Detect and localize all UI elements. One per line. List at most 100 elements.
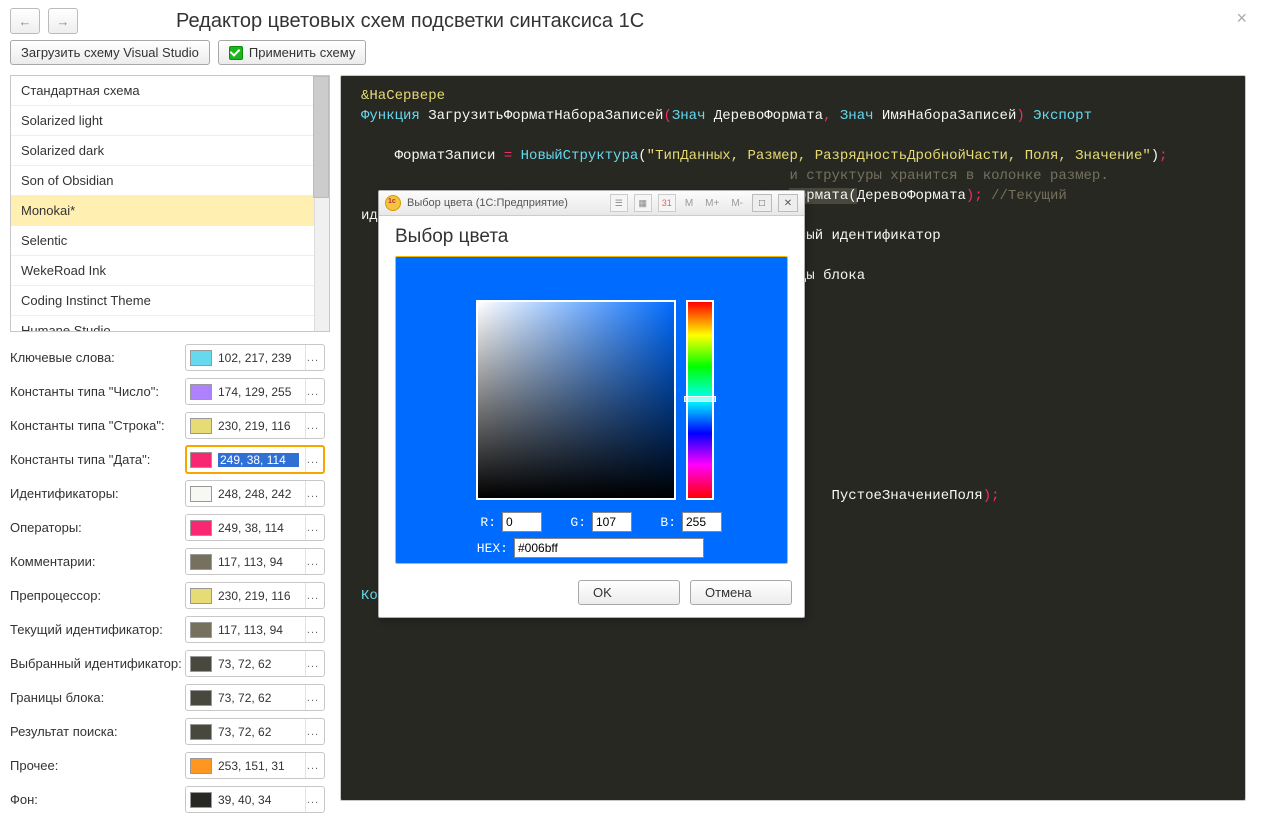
color-input[interactable]: 174, 129, 255... (185, 378, 325, 405)
scheme-item[interactable]: Solarized dark (11, 136, 329, 166)
color-swatch (190, 384, 212, 400)
color-input[interactable]: 230, 219, 116... (185, 582, 325, 609)
color-value: 248, 248, 242 (218, 487, 299, 501)
color-value: 73, 72, 62 (218, 657, 299, 671)
color-input[interactable]: 248, 248, 242... (185, 480, 325, 507)
color-picker-dialog: Выбор цвета (1С:Предприятие) ☰ ▦ 31 M M+… (378, 190, 805, 618)
scheme-item[interactable]: Humane Studio (11, 316, 329, 332)
color-value: 253, 151, 31 (218, 759, 299, 773)
color-swatch (190, 588, 212, 604)
minimize-icon[interactable]: □ (752, 194, 772, 212)
color-value: 73, 72, 62 (218, 725, 299, 739)
color-row: Текущий идентификатор:117, 113, 94... (10, 616, 330, 643)
color-input[interactable]: 117, 113, 94... (185, 548, 325, 575)
dialog-titlebar[interactable]: Выбор цвета (1С:Предприятие) ☰ ▦ 31 M M+… (379, 191, 804, 216)
more-button[interactable]: ... (305, 753, 320, 778)
scheme-item[interactable]: Selentic (11, 226, 329, 256)
color-input[interactable]: 253, 151, 31... (185, 752, 325, 779)
color-row: Константы типа "Строка":230, 219, 116... (10, 412, 330, 439)
more-button[interactable]: ... (305, 719, 320, 744)
color-row: Операторы:249, 38, 114... (10, 514, 330, 541)
color-label: Результат поиска: (10, 724, 185, 739)
more-button[interactable]: ... (305, 447, 320, 472)
scheme-list[interactable]: Стандартная схемаSolarized lightSolarize… (10, 75, 330, 332)
b-input[interactable] (682, 512, 722, 532)
color-input[interactable]: 249, 38, 114... (185, 514, 325, 541)
load-scheme-button[interactable]: Загрузить схему Visual Studio (10, 40, 210, 65)
color-swatch (190, 554, 212, 570)
color-value: 249, 38, 114 (218, 521, 299, 535)
more-button[interactable]: ... (305, 617, 320, 642)
g-input[interactable] (592, 512, 632, 532)
color-label: Идентификаторы: (10, 486, 185, 501)
r-input[interactable] (502, 512, 542, 532)
nav-forward-button[interactable]: → (48, 8, 78, 34)
color-input[interactable]: 102, 217, 239... (185, 344, 325, 371)
color-row: Препроцессор:230, 219, 116... (10, 582, 330, 609)
calendar-icon[interactable]: 31 (658, 194, 676, 212)
color-label: Константы типа "Строка": (10, 418, 185, 433)
more-button[interactable]: ... (305, 413, 320, 438)
hue-marker[interactable] (684, 396, 716, 402)
scheme-item[interactable]: Son of Obsidian (11, 166, 329, 196)
toolbar-icon-2[interactable]: ▦ (634, 194, 652, 212)
color-input[interactable]: 39, 40, 34... (185, 786, 325, 813)
color-input[interactable]: 73, 72, 62... (185, 684, 325, 711)
topbar: ← → Редактор цветовых схем подсветки син… (10, 8, 1251, 34)
color-label: Фон: (10, 792, 185, 807)
more-button[interactable]: ... (305, 515, 320, 540)
more-button[interactable]: ... (305, 549, 320, 574)
color-value: 230, 219, 116 (218, 419, 299, 433)
color-swatch (190, 758, 212, 774)
scrollbar-thumb[interactable] (313, 76, 329, 198)
more-button[interactable]: ... (305, 345, 320, 370)
color-input[interactable]: 230, 219, 116... (185, 412, 325, 439)
nav-back-button[interactable]: ← (10, 8, 40, 34)
memory-m-button[interactable]: M (682, 198, 696, 209)
color-row: Границы блока:73, 72, 62... (10, 684, 330, 711)
more-button[interactable]: ... (305, 651, 320, 676)
more-button[interactable]: ... (305, 481, 320, 506)
color-input[interactable]: 117, 113, 94... (185, 616, 325, 643)
color-label: Комментарии: (10, 554, 185, 569)
color-row: Константы типа "Число":174, 129, 255... (10, 378, 330, 405)
r-label: R: (476, 515, 496, 530)
color-value: 73, 72, 62 (218, 691, 299, 705)
hex-input[interactable] (514, 538, 704, 558)
close-dialog-icon[interactable]: ✕ (778, 194, 798, 212)
scheme-item[interactable]: WekeRoad Ink (11, 256, 329, 286)
color-value: 102, 217, 239 (218, 351, 299, 365)
more-button[interactable]: ... (305, 583, 320, 608)
scheme-item[interactable]: Monokai* (11, 196, 329, 226)
memory-mminus-button[interactable]: M- (728, 198, 746, 209)
picker-fields: R: G: B: HEX: (476, 512, 722, 564)
more-button[interactable]: ... (305, 379, 320, 404)
scheme-item[interactable]: Coding Instinct Theme (11, 286, 329, 316)
more-button[interactable]: ... (305, 787, 320, 812)
scrollbar[interactable] (314, 76, 329, 331)
saturation-value-box[interactable] (476, 300, 676, 500)
memory-mplus-button[interactable]: M+ (702, 198, 722, 209)
scheme-item[interactable]: Solarized light (11, 106, 329, 136)
color-label: Константы типа "Число": (10, 384, 185, 399)
ok-button[interactable]: OK (578, 580, 680, 605)
picker-inner: R: G: B: HEX: (404, 265, 779, 555)
hex-label: HEX: (476, 541, 508, 556)
color-value: 174, 129, 255 (218, 385, 299, 399)
scheme-item[interactable]: Стандартная схема (11, 76, 329, 106)
app-1c-icon (385, 195, 401, 211)
cancel-button[interactable]: Отмена (690, 580, 792, 605)
apply-scheme-button[interactable]: Применить схему (218, 40, 366, 65)
color-input[interactable]: 249, 38, 114... (185, 445, 325, 474)
color-label: Константы типа "Дата": (10, 452, 185, 467)
color-label: Выбранный идентификатор: (10, 656, 185, 671)
color-swatch (190, 724, 212, 740)
close-icon[interactable]: × (1236, 8, 1247, 29)
color-swatch (190, 520, 212, 536)
color-input[interactable]: 73, 72, 62... (185, 718, 325, 745)
color-label: Прочее: (10, 758, 185, 773)
more-button[interactable]: ... (305, 685, 320, 710)
dialog-buttons: OK Отмена (379, 572, 804, 617)
toolbar-icon-1[interactable]: ☰ (610, 194, 628, 212)
color-input[interactable]: 73, 72, 62... (185, 650, 325, 677)
